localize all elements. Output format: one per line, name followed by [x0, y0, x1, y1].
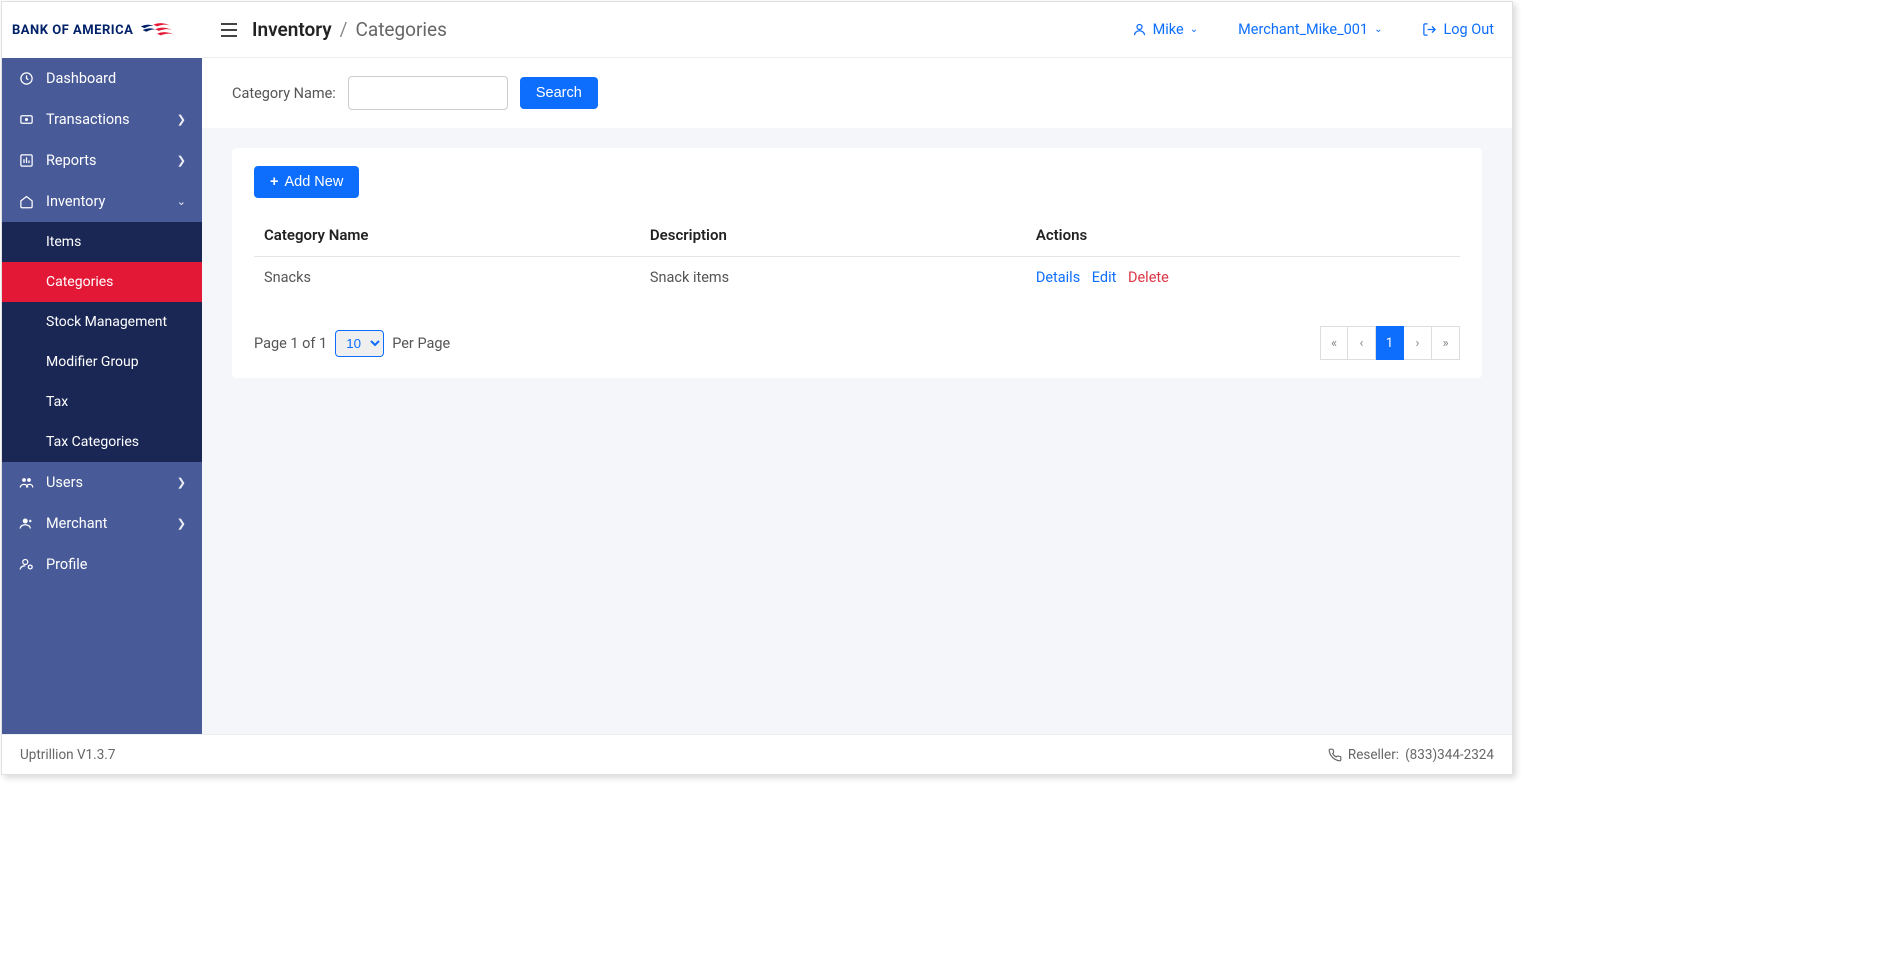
chevron-right-icon: ❯ [177, 476, 186, 489]
page-1[interactable]: 1 [1376, 326, 1404, 360]
user-plus-icon [18, 516, 34, 531]
chevron-down-icon: ⌄ [1190, 24, 1198, 35]
nav: Dashboard Transactions ❯ Reports ❯ Inven… [2, 58, 202, 585]
action-details[interactable]: Details [1036, 269, 1080, 286]
subnav-categories[interactable]: Categories [2, 262, 202, 302]
subnav-modifier[interactable]: Modifier Group [2, 342, 202, 382]
page-first[interactable]: « [1320, 326, 1348, 360]
chevron-right-icon: ❯ [177, 113, 186, 126]
table-footer: Page 1 of 1 10 Per Page « ‹ 1 › » [254, 326, 1460, 360]
nav-label: Inventory [46, 193, 165, 210]
action-delete[interactable]: Delete [1128, 269, 1169, 286]
user-icon [1132, 22, 1147, 37]
user-menu[interactable]: Mike ⌄ [1132, 21, 1198, 38]
nav-label: Reports [46, 152, 165, 169]
footer: Uptrillion V1.3.7 Reseller: (833)344-232… [2, 734, 1512, 774]
nav-inventory[interactable]: Inventory ⌄ [2, 181, 202, 222]
page-size: Page 1 of 1 10 Per Page [254, 330, 450, 357]
subnav-items[interactable]: Items [2, 222, 202, 262]
breadcrumb-sub: Categories [356, 18, 447, 41]
menu-toggle-icon[interactable] [220, 23, 238, 37]
content-card: + Add New Category Name Description Acti… [232, 148, 1482, 378]
brand-flag-icon [139, 17, 175, 43]
brand-name: BANK OF AMERICA [12, 23, 133, 38]
logout-icon [1422, 22, 1437, 37]
money-icon [18, 112, 34, 127]
brand-logo: BANK OF AMERICA [2, 2, 202, 58]
nav-label: Users [46, 474, 165, 491]
home-icon [18, 194, 34, 209]
reseller-label: Reseller: [1348, 747, 1399, 763]
cell-desc: Snack items [640, 257, 1026, 299]
subnav-taxcat[interactable]: Tax Categories [2, 422, 202, 462]
table-row: Snacks Snack items Details Edit Delete [254, 257, 1460, 299]
reseller-phone: (833)344-2324 [1405, 747, 1494, 763]
clock-icon [18, 71, 34, 86]
filter-label: Category Name: [232, 85, 336, 102]
category-name-input[interactable] [348, 76, 508, 110]
nav-reports[interactable]: Reports ❯ [2, 140, 202, 181]
page-next[interactable]: › [1404, 326, 1432, 360]
chart-icon [18, 153, 34, 168]
chevron-right-icon: ❯ [177, 517, 186, 530]
page-prev[interactable]: ‹ [1348, 326, 1376, 360]
cell-actions: Details Edit Delete [1026, 257, 1460, 299]
chevron-down-icon: ⌄ [177, 195, 186, 208]
page-size-select[interactable]: 10 [335, 330, 384, 357]
main: Inventory / Categories Mike ⌄ Merchant_M… [202, 2, 1512, 734]
col-desc: Description [640, 214, 1026, 257]
col-name: Category Name [254, 214, 640, 257]
merchant-menu[interactable]: Merchant_Mike_001 ⌄ [1238, 21, 1382, 38]
header: Inventory / Categories Mike ⌄ Merchant_M… [202, 2, 1512, 58]
page-info: Page 1 of 1 [254, 335, 327, 352]
nav-profile[interactable]: Profile [2, 544, 202, 585]
breadcrumb-sep: / [340, 18, 348, 41]
chevron-down-icon: ⌄ [1374, 24, 1382, 35]
user-gear-icon [18, 557, 34, 572]
plus-icon: + [270, 174, 278, 190]
merchant-name: Merchant_Mike_001 [1238, 21, 1368, 38]
sidebar: BANK OF AMERICA Dashboard [2, 2, 202, 734]
nav-label: Transactions [46, 111, 165, 128]
subnav-tax[interactable]: Tax [2, 382, 202, 422]
phone-icon [1328, 748, 1342, 762]
subnav-stock[interactable]: Stock Management [2, 302, 202, 342]
logout-button[interactable]: Log Out [1422, 21, 1494, 38]
nav-label: Profile [46, 556, 186, 573]
chevron-right-icon: ❯ [177, 154, 186, 167]
nav-inventory-sub: Items Categories Stock Management Modifi… [2, 222, 202, 462]
nav-users[interactable]: Users ❯ [2, 462, 202, 503]
breadcrumb-main: Inventory [252, 18, 332, 41]
add-new-label: Add New [284, 174, 343, 190]
nav-dashboard[interactable]: Dashboard [2, 58, 202, 99]
user-name: Mike [1153, 21, 1184, 38]
page-last[interactable]: » [1432, 326, 1460, 360]
pagination: « ‹ 1 › » [1320, 326, 1460, 360]
users-icon [18, 475, 34, 490]
version-text: Uptrillion V1.3.7 [20, 747, 115, 763]
logout-label: Log Out [1443, 21, 1494, 38]
filter-bar: Category Name: Search [202, 58, 1512, 128]
breadcrumb: Inventory / Categories [252, 18, 447, 41]
nav-transactions[interactable]: Transactions ❯ [2, 99, 202, 140]
categories-table: Category Name Description Actions Snacks… [254, 214, 1460, 298]
add-new-button[interactable]: + Add New [254, 166, 359, 198]
search-button[interactable]: Search [520, 77, 598, 109]
per-page-label: Per Page [392, 335, 450, 352]
col-actions: Actions [1026, 214, 1460, 257]
nav-label: Dashboard [46, 70, 186, 87]
action-edit[interactable]: Edit [1092, 269, 1117, 286]
nav-label: Merchant [46, 515, 165, 532]
cell-name: Snacks [254, 257, 640, 299]
nav-merchant[interactable]: Merchant ❯ [2, 503, 202, 544]
